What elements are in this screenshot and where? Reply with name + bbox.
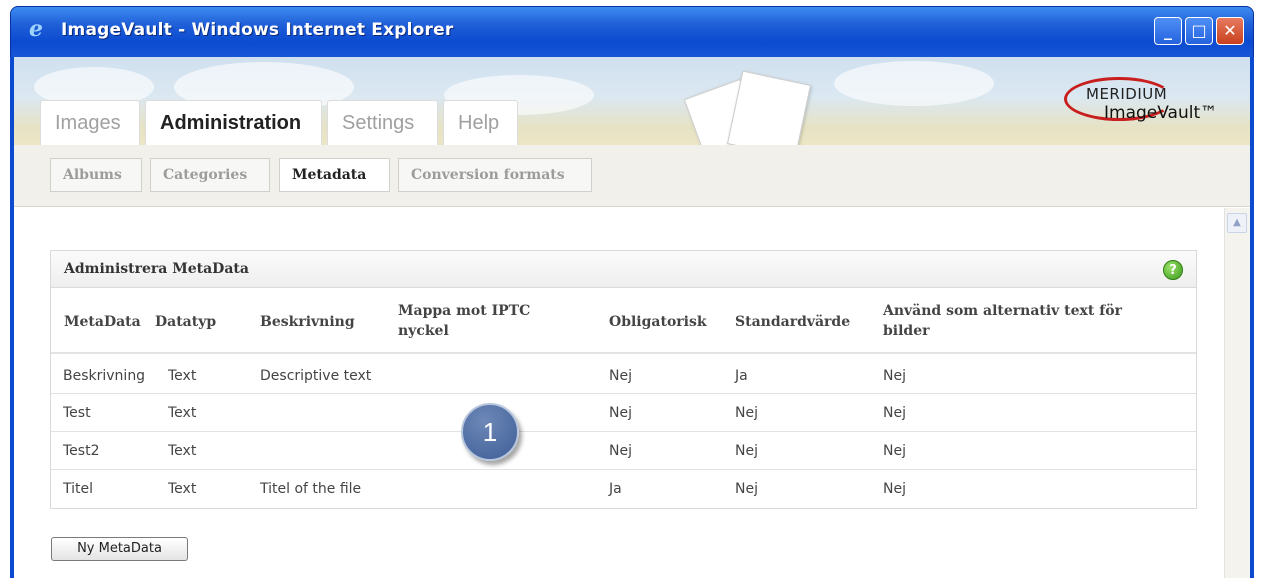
cell-datatyp: Text [168,443,197,459]
cell-standardvarde: Nej [735,405,758,421]
cell-metadata: Test [63,405,91,421]
cell-alt-text: Nej [883,368,906,384]
column-header-alt-text[interactable]: Använd som alternativ text för bilder [883,301,1173,341]
tab-settings[interactable]: Settings [327,100,438,145]
cell-alt-text: Nej [883,405,906,421]
cell-obligatorisk: Ja [609,481,622,497]
callout-badge: 1 [461,403,519,461]
cell-obligatorisk: Nej [609,443,632,459]
tab-help[interactable]: Help [443,100,518,145]
help-icon[interactable]: ? [1163,260,1183,280]
subtab-metadata[interactable]: Metadata [279,158,390,192]
maximize-button[interactable]: □ [1185,17,1213,45]
ie-icon: e [29,16,43,42]
subtab-albums[interactable]: Albums [50,158,142,192]
column-header-datatyp[interactable]: Datatyp [155,312,216,332]
cell-standardvarde: Ja [735,368,748,384]
column-header-obligatorisk[interactable]: Obligatorisk [609,312,707,332]
subtab-categories[interactable]: Categories [150,158,270,192]
cell-standardvarde: Nej [735,443,758,459]
cell-datatyp: Text [168,481,197,497]
cell-alt-text: Nej [883,443,906,459]
cell-obligatorisk: Nej [609,368,632,384]
column-header-beskrivning[interactable]: Beskrivning [260,312,355,332]
cell-datatyp: Text [168,368,197,384]
vertical-scrollbar[interactable] [1224,208,1250,578]
cell-standardvarde: Nej [735,481,758,497]
new-metadata-button[interactable]: Ny MetaData [51,537,188,561]
row-divider [51,469,1196,470]
cell-alt-text: Nej [883,481,906,497]
cell-beskrivning: Titel of the file [260,481,362,497]
cell-beskrivning: Descriptive text [260,368,372,384]
scroll-up-arrow-icon[interactable]: ▲ [1227,213,1247,233]
minimize-button[interactable]: _ [1154,17,1182,45]
cell-obligatorisk: Nej [609,405,632,421]
window-titlebar[interactable]: e ImageVault - Windows Internet Explorer… [10,6,1254,58]
row-divider [51,393,1196,394]
panel-title: Administrera MetaData [64,261,249,277]
row-divider [51,431,1196,432]
column-header-metadata[interactable]: MetaData [64,312,141,332]
cell-metadata: Titel [63,481,94,497]
subtab-conversion-formats[interactable]: Conversion formats [398,158,592,192]
cell-metadata: Test2 [63,443,100,459]
column-header-standardvarde[interactable]: Standardvärde [735,312,850,332]
meridium-imagevault-logo: MERIDIUM ImageVault™ [1054,75,1234,135]
cell-datatyp: Text [168,405,197,421]
tab-images[interactable]: Images [40,100,140,145]
header-divider [51,352,1196,354]
tab-administration[interactable]: Administration [145,100,322,145]
window-title: ImageVault - Windows Internet Explorer [61,20,454,40]
close-button[interactable]: ✕ [1216,17,1244,45]
cell-metadata: Beskrivning [63,368,146,384]
column-header-iptc[interactable]: Mappa mot IPTC nyckel [398,301,568,341]
